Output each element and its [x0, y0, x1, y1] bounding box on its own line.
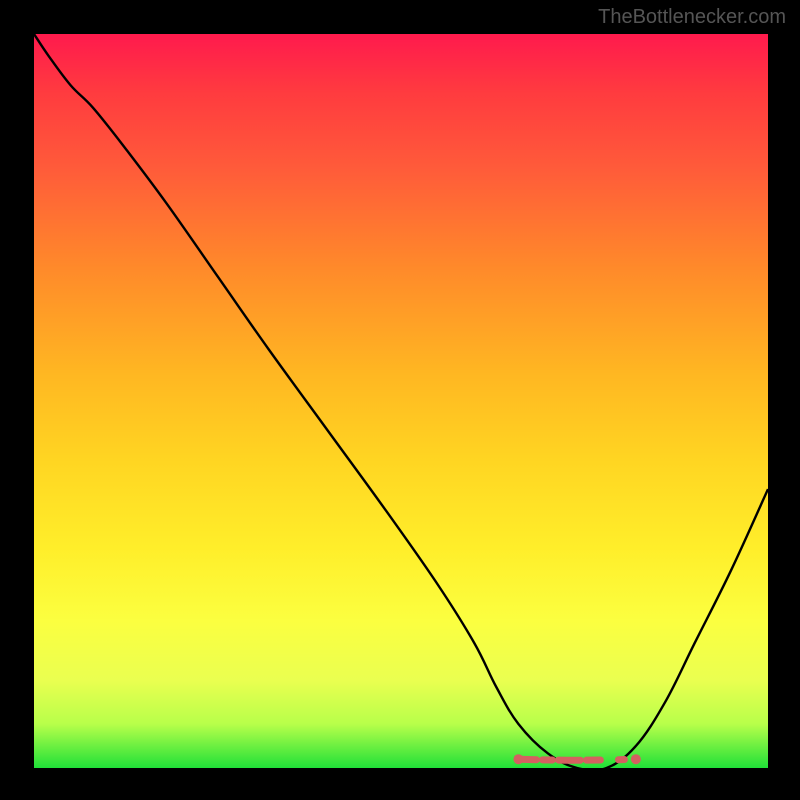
bottleneck-curve-line: [34, 34, 768, 768]
chart-plot-area: [34, 34, 768, 768]
attribution-text: TheBottlenecker.com: [598, 6, 786, 29]
chart-svg: [34, 34, 768, 768]
optimal-range-marker: [513, 754, 640, 764]
